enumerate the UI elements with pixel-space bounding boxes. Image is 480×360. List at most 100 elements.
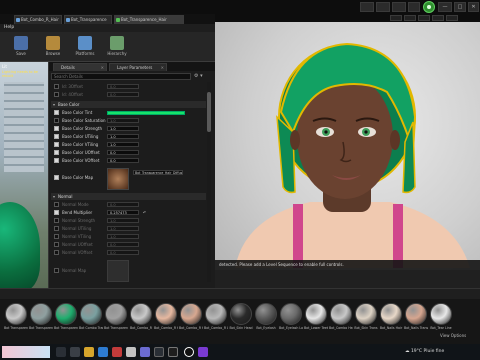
close-icon[interactable]: ✕ xyxy=(101,64,104,72)
asset-tile[interactable]: Bot_Skin Trans xyxy=(354,303,378,330)
texture-thumbnail[interactable] xyxy=(107,168,129,190)
viewport-toolbar-button[interactable] xyxy=(432,15,444,21)
section-base-color[interactable]: Base Color xyxy=(51,101,206,108)
asset-tile[interactable]: Bot_Combo_R Hair xyxy=(154,303,178,330)
viewport-toolbar-button[interactable] xyxy=(404,15,416,21)
menu-button-3[interactable] xyxy=(392,2,406,12)
main-viewport[interactable]: detected. Please add a Level Sequence to… xyxy=(215,14,480,288)
override-checkbox[interactable] xyxy=(54,268,59,273)
override-checkbox[interactable] xyxy=(54,210,59,215)
asset-tile[interactable]: Bot_Tear Line xyxy=(429,303,453,330)
override-checkbox[interactable] xyxy=(54,242,59,247)
asset-tile[interactable]: Bot_Lower Teeth xyxy=(304,303,328,330)
asset-tile[interactable]: Bot Combo Transparence xyxy=(79,303,103,330)
tab-details[interactable]: Details ✕ xyxy=(53,63,107,71)
tab-bot-transparence-hair[interactable]: Bot_Transparence_Hair xyxy=(114,15,184,24)
override-checkbox[interactable] xyxy=(54,250,59,255)
system-tray[interactable]: ☁ 19°C Pluie fine xyxy=(405,347,480,357)
maximize-button[interactable]: □ xyxy=(454,2,466,12)
reset-icon[interactable]: ↶ xyxy=(143,210,148,215)
menu-help[interactable]: Help xyxy=(4,25,14,30)
close-icon[interactable]: ✕ xyxy=(161,64,164,72)
asset-tile[interactable]: Bot Transparence xyxy=(104,303,128,330)
param-value-field[interactable]: 1.0 xyxy=(107,126,139,131)
view-options-button[interactable]: View Options xyxy=(440,333,466,338)
override-checkbox[interactable] xyxy=(54,158,59,163)
param-value-field[interactable]: 0.0 xyxy=(107,158,139,163)
asset-tile[interactable]: Bot Transparence xyxy=(54,303,78,330)
param-value-field[interactable]: 1.0 xyxy=(107,118,139,123)
menu-button-2[interactable] xyxy=(376,2,390,12)
param-value-field[interactable]: 0.0 xyxy=(107,84,139,89)
app-icon-purple[interactable] xyxy=(140,347,150,357)
param-value-field[interactable]: 1.0 xyxy=(107,142,139,147)
override-checkbox[interactable] xyxy=(54,142,59,147)
param-value-field[interactable]: 0.0 xyxy=(107,150,139,155)
details-search-input[interactable]: Search Details xyxy=(51,73,191,80)
menu-button-4[interactable] xyxy=(408,2,420,12)
search-icon[interactable] xyxy=(56,347,66,357)
app-icon-terminal[interactable] xyxy=(168,347,178,357)
scrollbar-thumb[interactable] xyxy=(207,92,211,132)
param-value-field[interactable]: 0.0 xyxy=(107,92,139,97)
override-checkbox[interactable] xyxy=(54,84,59,89)
param-value-field[interactable]: 0.0 xyxy=(107,250,139,255)
toolbar-save-button[interactable]: Save xyxy=(6,34,36,60)
asset-tile[interactable]: Bot_Combo_R xyxy=(129,303,153,330)
viewport-toolbar-button[interactable] xyxy=(446,15,458,21)
param-value-field[interactable]: 0.0 xyxy=(107,242,139,247)
override-checkbox[interactable] xyxy=(54,92,59,97)
param-value-field[interactable]: 1.0 xyxy=(107,234,139,239)
asset-tile[interactable]: Bot_Skin Head xyxy=(229,303,253,330)
override-checkbox[interactable] xyxy=(54,226,59,231)
override-checkbox[interactable] xyxy=(54,118,59,123)
override-checkbox[interactable] xyxy=(54,218,59,223)
minimize-button[interactable]: — xyxy=(438,2,452,12)
tab-layer-parameters[interactable]: Layer Parameters ✕ xyxy=(109,63,167,71)
toolbar-platforms-button[interactable]: Platforms xyxy=(70,34,100,60)
preview-view-mode[interactable]: Lit xyxy=(2,64,7,69)
toolbar-browse-button[interactable]: Browse xyxy=(38,34,68,60)
taskbar-widget-image[interactable] xyxy=(2,346,50,358)
toolbar-hierarchy-button[interactable]: Hierarchy xyxy=(102,34,132,60)
param-value-field[interactable]: 1.0 xyxy=(107,134,139,139)
asset-tile[interactable]: Bot Transparence xyxy=(29,303,53,330)
tab-bot-combo-hair[interactable]: Bot_Combo_R_Hair xyxy=(14,15,62,24)
details-view-options-icon[interactable]: ⚙ ▾ xyxy=(194,73,214,80)
texture-asset-picker[interactable]: Bot_Transparence_Hair_Diffuse xyxy=(133,170,183,175)
asset-tile[interactable]: Bot_Combo Head xyxy=(329,303,353,330)
details-scrollbar[interactable] xyxy=(207,82,211,282)
unreal-engine-icon[interactable] xyxy=(184,347,194,357)
param-value-field[interactable]: 1.0 xyxy=(107,226,139,231)
override-checkbox[interactable] xyxy=(54,234,59,239)
color-swatch[interactable] xyxy=(107,111,185,115)
task-view-icon[interactable] xyxy=(70,347,80,357)
asset-tile[interactable]: Bot Transparence xyxy=(4,303,28,330)
viewport-toolbar-button[interactable] xyxy=(418,15,430,21)
override-checkbox[interactable] xyxy=(54,110,59,115)
tab-bot-transparence[interactable]: Bot_Transparence xyxy=(64,15,112,24)
param-value-field[interactable]: 0.257473 xyxy=(107,210,139,215)
app-icon-red[interactable] xyxy=(112,347,122,357)
override-checkbox[interactable] xyxy=(54,175,59,180)
file-explorer-icon[interactable] xyxy=(84,347,94,357)
asset-tile[interactable]: Bot_Eyelash xyxy=(254,303,278,330)
param-value-field[interactable]: 0.0 xyxy=(107,202,139,207)
override-checkbox[interactable] xyxy=(54,126,59,131)
material-preview-viewport[interactable]: Lit Lighting needs to be rebuilt xyxy=(0,62,48,288)
override-checkbox[interactable] xyxy=(54,150,59,155)
viewport-toolbar-button[interactable] xyxy=(390,15,402,21)
app-icon-violet[interactable] xyxy=(198,347,208,357)
param-value-field[interactable]: 1.0 xyxy=(107,218,139,223)
asset-tile[interactable]: Bot_Combo_R Lens xyxy=(204,303,228,330)
edge-icon[interactable] xyxy=(98,347,108,357)
texture-thumbnail-empty[interactable] xyxy=(107,260,129,282)
override-checkbox[interactable] xyxy=(54,202,59,207)
online-status-icon[interactable] xyxy=(423,1,435,13)
app-icon-dark[interactable] xyxy=(154,347,164,357)
asset-tile[interactable]: Bot_Combo_R Hair Alt xyxy=(179,303,203,330)
section-normal[interactable]: Normal xyxy=(51,193,206,200)
override-checkbox[interactable] xyxy=(54,134,59,139)
app-icon-grey[interactable] xyxy=(126,347,136,357)
asset-tile[interactable]: Bot_Eyelash Lower xyxy=(279,303,303,330)
